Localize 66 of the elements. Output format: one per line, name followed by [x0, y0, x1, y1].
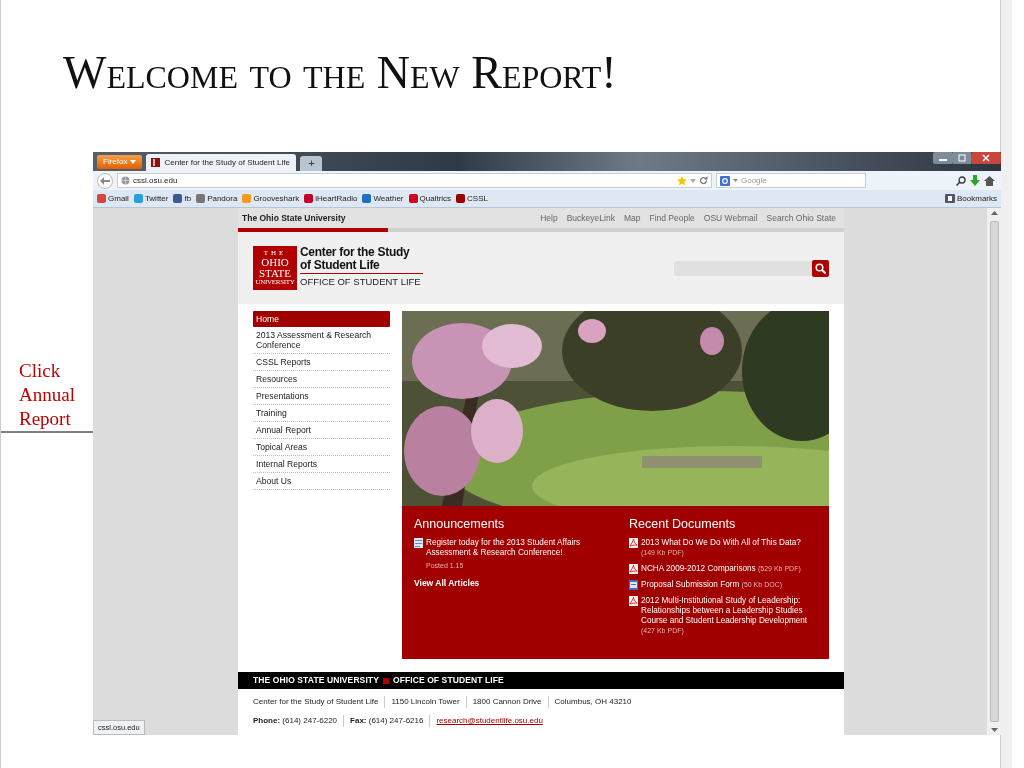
pdf-icon [629, 595, 638, 606]
site-search-field[interactable] [674, 260, 812, 276]
dropdown-icon[interactable] [690, 178, 696, 183]
back-button[interactable] [97, 172, 113, 189]
document-icon [629, 579, 638, 590]
search-engine-icon [720, 175, 730, 186]
separator-mark [382, 677, 389, 684]
section-heading: Recent Documents [629, 518, 737, 532]
university-name: The Ohio State University [242, 211, 346, 225]
email-link[interactable]: research@studentlife.osu.edu [436, 716, 543, 725]
scroll-up-icon [990, 211, 998, 215]
search-icon [815, 262, 826, 274]
address-text: 1800 Cannon Drive [465, 696, 548, 708]
bookmark-link[interactable]: CSSL [456, 192, 488, 205]
bookmark-link[interactable]: Weather [362, 192, 404, 205]
banner-text: THE OHIO STATE UNIVERSITY [253, 674, 379, 687]
page-icon [414, 537, 423, 548]
address-field[interactable]: cssl.osu.edu [117, 173, 712, 188]
utility-link[interactable]: Find People [649, 211, 695, 225]
bookmark-link[interactable]: Qualtrics [408, 192, 452, 205]
scrollbar[interactable] [986, 208, 1001, 735]
section-heading: Announcements [414, 518, 506, 532]
utility-link[interactable]: Map [623, 211, 641, 225]
callout-text: Click Annual Report [19, 359, 76, 431]
search-button[interactable] [812, 259, 829, 277]
contact-text: Phone: (614) 247-6220 [253, 715, 339, 727]
utility-link[interactable]: BuckeyeLink [566, 211, 615, 225]
favicon-icon [151, 158, 161, 167]
contact-text: Fax: (614) 247-6216 [343, 715, 430, 727]
pdf-icon [629, 563, 638, 574]
close-button[interactable] [971, 152, 1001, 164]
reload-icon[interactable] [699, 176, 708, 185]
back-arrow-icon [100, 176, 110, 185]
new-tab-button[interactable]: + [300, 156, 323, 171]
utility-link[interactable]: OSU Webmail [703, 211, 758, 225]
scroll-down-icon [990, 728, 998, 732]
home-icon[interactable] [984, 175, 995, 186]
maximize-button[interactable] [953, 152, 971, 164]
slide-title: Welcome to the New Report! [63, 50, 617, 96]
bookmark-link[interactable]: Grooveshark [242, 192, 300, 205]
bookmark-link[interactable]: Twitter [133, 192, 169, 205]
browser-tab[interactable]: Center for the Study of Student Life [146, 154, 297, 171]
caret-icon [130, 159, 137, 164]
nav-link[interactable]: Home [253, 311, 390, 327]
banner-text: OFFICE OF STUDENT LIFE [392, 674, 504, 687]
bookmark-link[interactable]: fb [173, 192, 192, 205]
search-icon[interactable] [956, 175, 966, 186]
pdf-icon [629, 537, 638, 548]
address-text: 1150 Lincoln Tower [384, 696, 466, 708]
address-text: Columbus, OH 43210 [547, 696, 638, 708]
bookmarks-icon [945, 194, 955, 203]
bookmark-link[interactable]: Pandora [196, 192, 238, 205]
utility-link[interactable]: Help [540, 211, 558, 225]
globe-icon [121, 176, 130, 185]
utility-link[interactable]: Search Ohio State [766, 211, 836, 225]
bookmarks-menu[interactable]: Bookmarks [945, 192, 997, 205]
address-text: Center for the Study of Student Life [253, 696, 380, 708]
view-all-link[interactable]: View All Articles [414, 578, 480, 589]
star-icon[interactable] [677, 175, 687, 186]
announcement-link[interactable]: Register today for the 2013 Student Affairs Assessment & Research Conference! [426, 537, 599, 558]
site-subtitle: OFFICE OF STUDENT LIFE [300, 273, 423, 290]
bookmark-link[interactable]: iHeartRadio [304, 192, 358, 205]
caret-icon [733, 179, 738, 182]
minimize-button[interactable] [933, 152, 953, 164]
bookmark-link[interactable]: Gmail [97, 192, 129, 205]
site-title: Center for the Study of Student Life [300, 246, 411, 273]
